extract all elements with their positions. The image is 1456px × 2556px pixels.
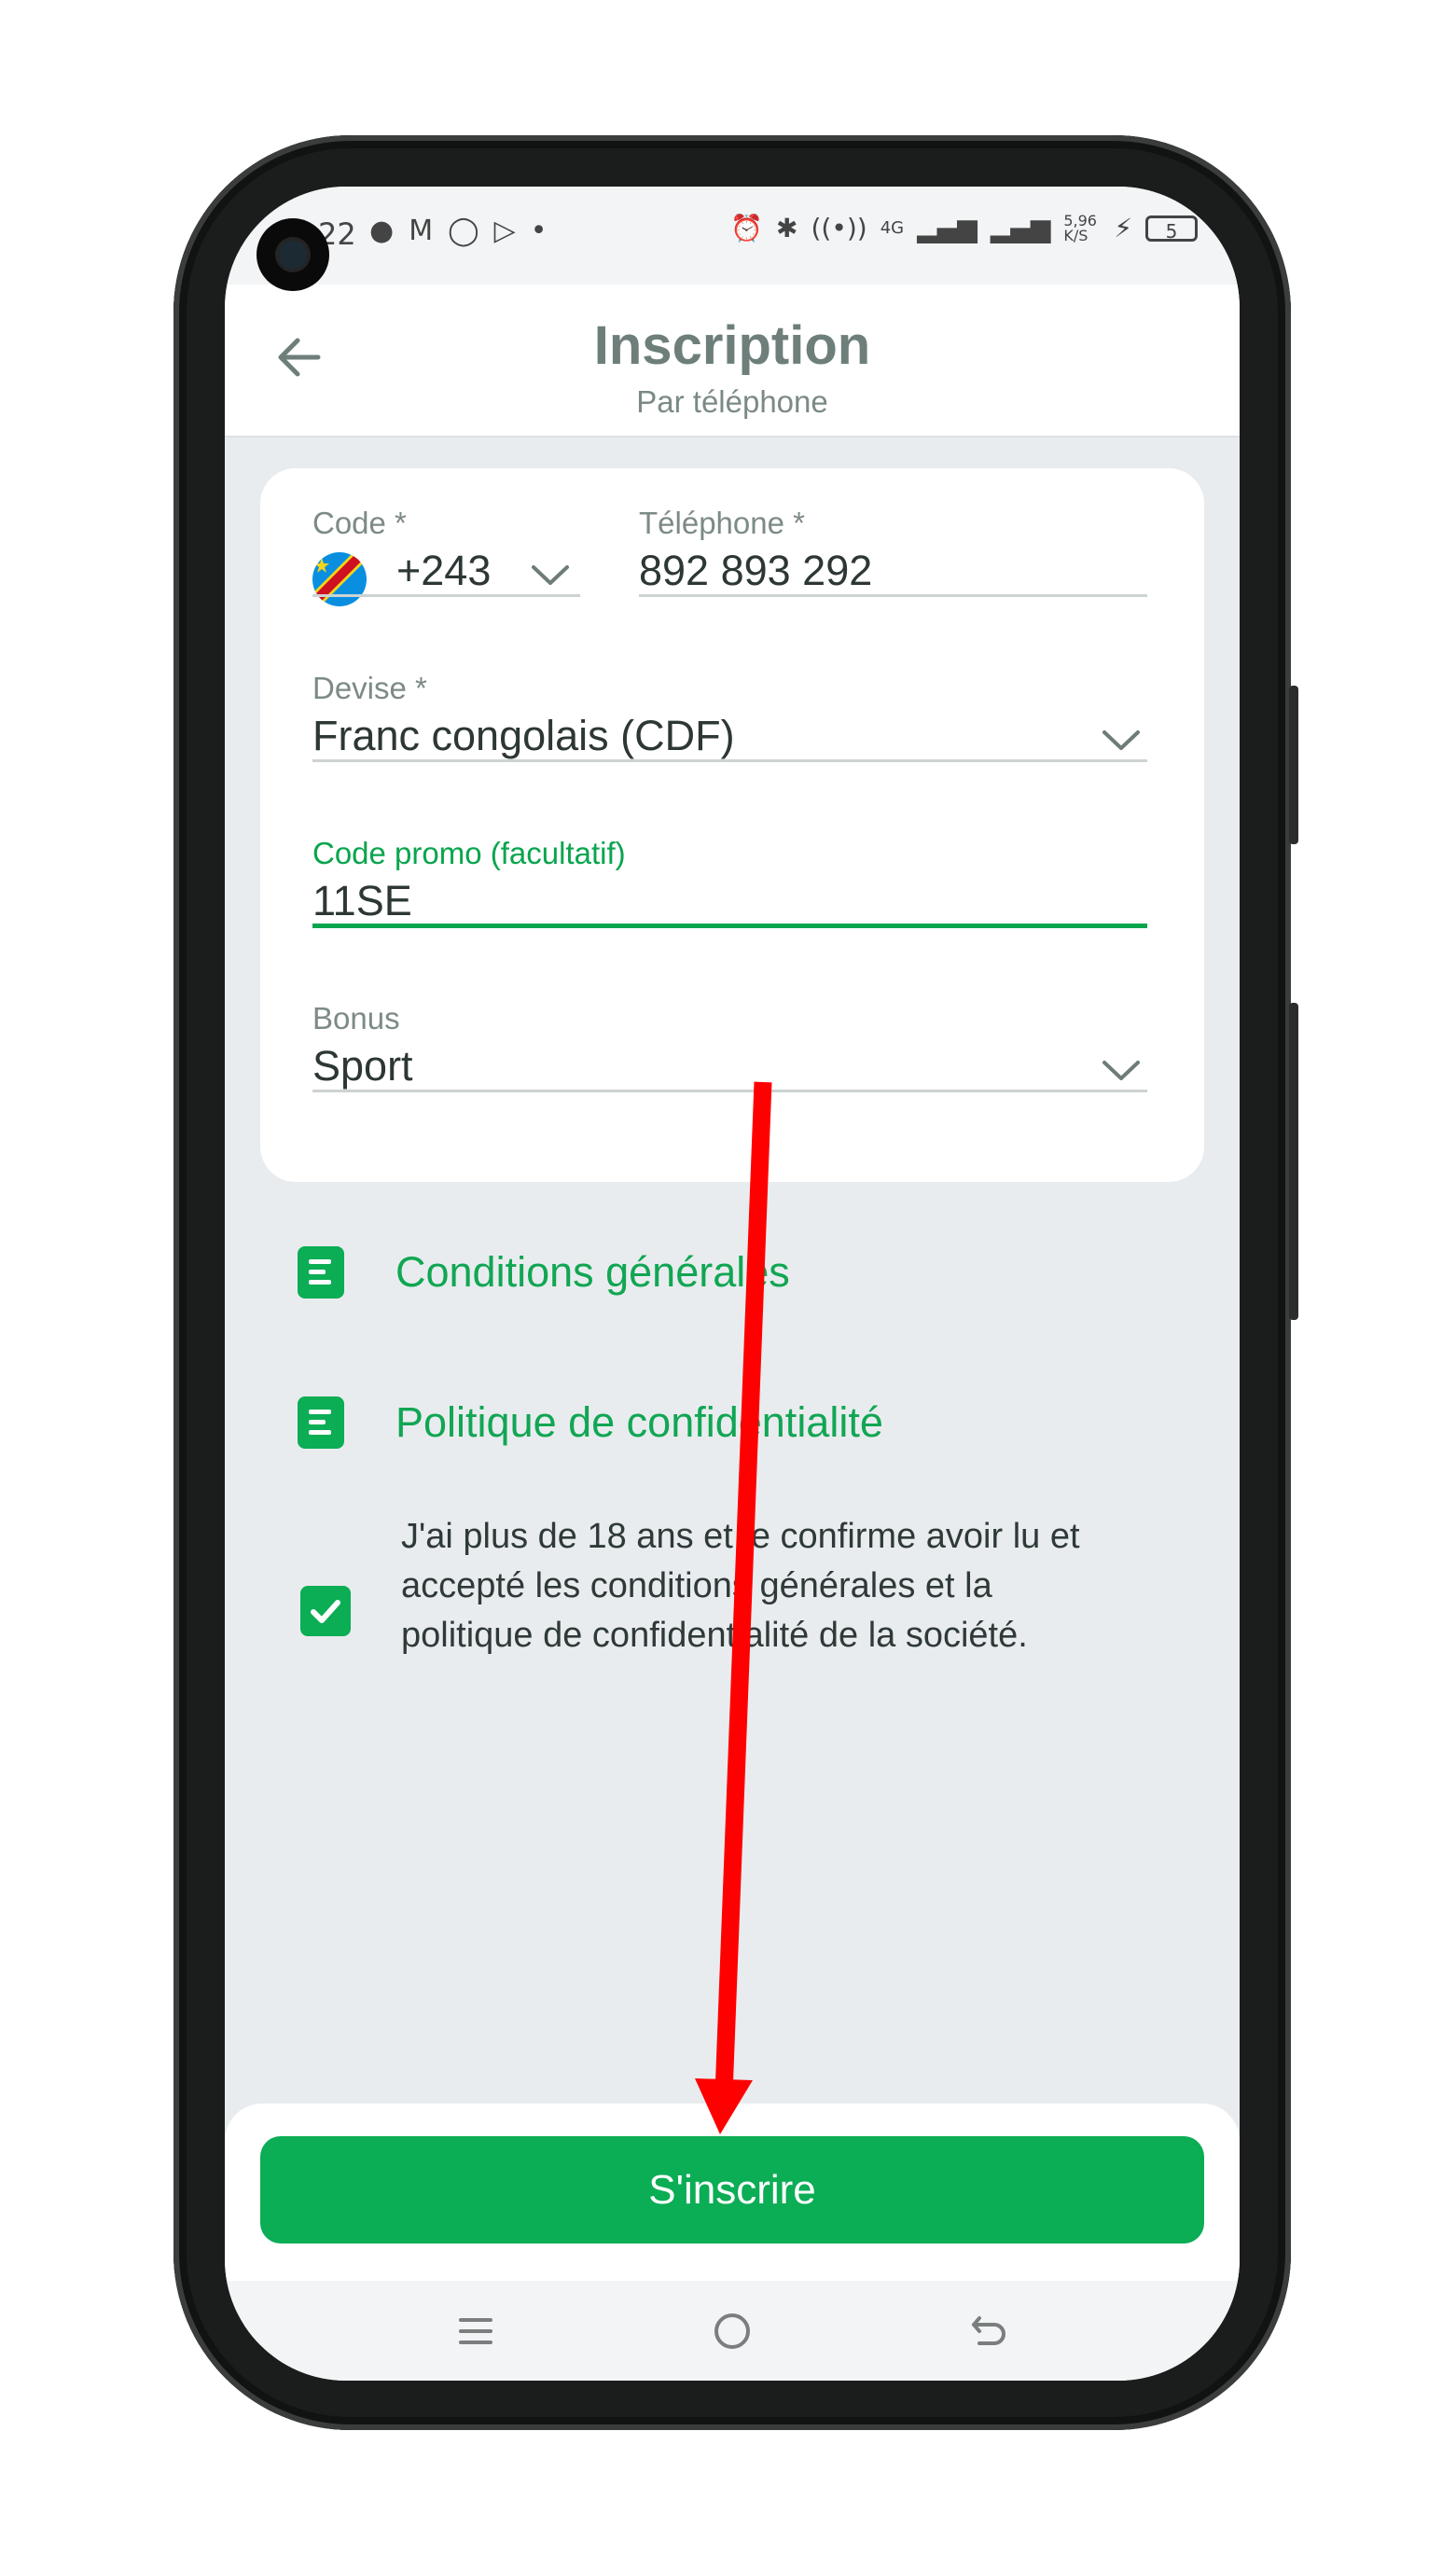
privacy-link[interactable]: Politique de confidentialité bbox=[298, 1396, 883, 1449]
consent-checkbox[interactable] bbox=[300, 1586, 351, 1636]
document-icon bbox=[298, 1396, 344, 1449]
chevron-down-icon bbox=[1102, 730, 1140, 750]
screen: 22 ●M◯▷• ⏰ ✱ ((•)) 4G ▂▄▆ ▂▄▆ 5,96 K/S ⚡… bbox=[225, 187, 1240, 2381]
page-title: Inscription bbox=[593, 315, 871, 376]
status-bar: 22 ●M◯▷• ⏰ ✱ ((•)) 4G ▂▄▆ ▂▄▆ 5,96 K/S ⚡… bbox=[225, 187, 1240, 291]
bluetooth-icon: ✱ bbox=[776, 213, 798, 243]
registration-form: Code * +243 Téléphone * 892 893 292 Devi… bbox=[260, 468, 1204, 1182]
currency-label: Devise * bbox=[312, 671, 427, 705]
promo-underline bbox=[312, 924, 1147, 928]
network-type: 4G bbox=[880, 218, 905, 238]
net-speed: 5,96 K/S bbox=[1063, 211, 1097, 244]
menu-icon[interactable] bbox=[453, 2309, 498, 2354]
power-button bbox=[1289, 1003, 1298, 1320]
chevron-down-icon bbox=[532, 565, 569, 585]
bonus-value: Sport bbox=[312, 1042, 413, 1090]
volume-button bbox=[1289, 686, 1298, 844]
page-subtitle: Par téléphone bbox=[636, 384, 828, 419]
system-nav-bar bbox=[225, 2281, 1240, 2381]
chat-icon: ● bbox=[369, 215, 409, 247]
bonus-underline bbox=[312, 1090, 1147, 1092]
terms-link[interactable]: Conditions générales bbox=[298, 1246, 790, 1299]
app-header: Inscription Par téléphone bbox=[225, 285, 1240, 438]
dot-icon: • bbox=[530, 215, 562, 247]
back-icon[interactable] bbox=[966, 2309, 1011, 2354]
code-label: Code * bbox=[312, 506, 407, 540]
country-code-select[interactable]: Code * +243 bbox=[312, 506, 580, 606]
promo-code-input[interactable]: Code promo (facultatif) 11SE bbox=[312, 836, 1147, 928]
phone-input[interactable]: Téléphone * 892 893 292 bbox=[639, 506, 1147, 597]
signup-button[interactable]: S'inscrire bbox=[260, 2136, 1204, 2243]
bonus-select[interactable]: Bonus Sport bbox=[312, 1001, 1147, 1092]
document-icon bbox=[298, 1246, 344, 1299]
hotspot-icon: ((•)) bbox=[811, 213, 867, 243]
drc-flag-icon bbox=[312, 552, 367, 606]
signal-icon: ▂▄▆ bbox=[917, 213, 978, 243]
home-icon[interactable] bbox=[710, 2309, 755, 2354]
checkmark-icon bbox=[311, 1600, 340, 1623]
phone-value: 892 893 292 bbox=[639, 547, 873, 594]
signal-icon-2: ▂▄▆ bbox=[990, 213, 1051, 243]
consent-text: J'ai plus de 18 ans et je confirme avoir… bbox=[401, 1517, 1080, 1655]
play-icon: ▷ bbox=[493, 215, 531, 247]
front-camera bbox=[257, 218, 329, 291]
promo-value: 11SE bbox=[312, 877, 412, 924]
alarm-icon: ⏰ bbox=[730, 213, 764, 243]
promo-label: Code promo (facultatif) bbox=[312, 836, 626, 870]
mail-icon: M bbox=[409, 215, 449, 247]
charging-icon: ⚡ bbox=[1114, 213, 1132, 243]
chevron-down-icon bbox=[1102, 1061, 1140, 1080]
notification-icons: ●M◯▷• bbox=[369, 215, 562, 247]
currency-value: Franc congolais (CDF) bbox=[312, 712, 735, 759]
bonus-label: Bonus bbox=[312, 1001, 400, 1035]
terms-link-label: Conditions générales bbox=[395, 1248, 790, 1296]
privacy-link-label: Politique de confidentialité bbox=[395, 1398, 883, 1446]
battery-icon: 5 bbox=[1145, 215, 1198, 243]
phone-label: Téléphone * bbox=[639, 506, 805, 540]
code-underline bbox=[312, 594, 580, 597]
phone-underline bbox=[639, 594, 1147, 597]
code-value: +243 bbox=[396, 547, 492, 594]
system-icons: ⏰ ✱ ((•)) 4G ▂▄▆ ▂▄▆ 5,96 K/S ⚡ 5 bbox=[730, 213, 1198, 243]
currency-select[interactable]: Devise * Franc congolais (CDF) bbox=[312, 671, 1147, 762]
currency-underline bbox=[312, 759, 1147, 762]
whatsapp-icon: ◯ bbox=[448, 215, 494, 247]
